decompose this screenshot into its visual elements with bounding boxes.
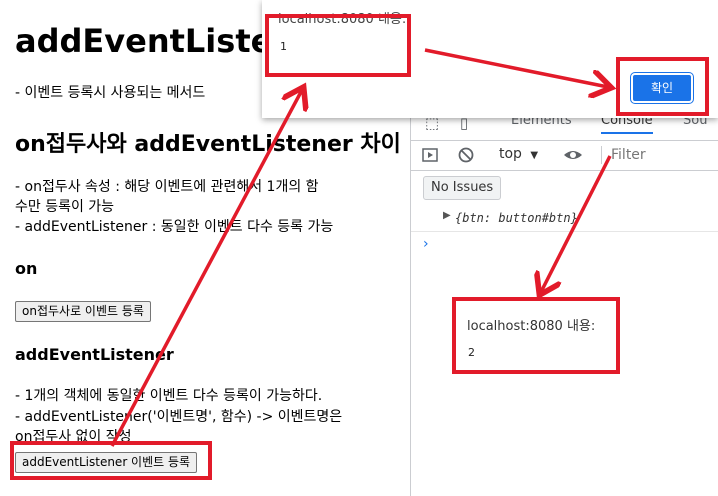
on-heading: on [15, 259, 38, 278]
annotation-box-ael-button [10, 441, 212, 480]
diff-line-1: - on접두사 속성 : 해당 이벤트에 관련해서 1개의 함 수만 등록이 가… [15, 179, 319, 215]
diff-line-2: - addEventListener : 동일한 이벤트 다수 등록 가능 [15, 219, 334, 235]
clear-console-icon[interactable] [457, 146, 475, 164]
ael-line-1: - 1개의 객체에 동일한 이벤트 다수 등록이 가능하다. [15, 388, 323, 404]
on-prefix-register-button[interactable]: on접두사로 이벤트 등록 [15, 301, 151, 322]
page-description: - 이벤트 등록시 사용되는 메서드 [15, 85, 206, 101]
console-toolbar: top ▼ Filter [411, 140, 718, 171]
expand-arrow-icon[interactable]: ▶ [443, 210, 451, 221]
ael-heading: addEventListener [15, 345, 174, 364]
context-dropdown-icon: ▼ [530, 150, 539, 161]
annotation-box-alert1 [265, 14, 411, 77]
filter-input[interactable]: Filter [611, 147, 646, 163]
annotation-box-confirm [616, 57, 709, 116]
eye-icon[interactable] [563, 146, 582, 164]
toolbar-divider [601, 146, 602, 164]
issues-button[interactable]: No Issues [423, 176, 502, 200]
sidebar-toggle-icon[interactable] [421, 146, 439, 164]
annotation-box-alert2 [452, 297, 620, 374]
console-log-entry[interactable]: ▶ {btn: button#btn} [411, 205, 718, 232]
ael-line-2: - addEventListener('이벤트명', 함수) -> 이벤트명은 [15, 409, 343, 425]
section-title: on접두사와 addEventListener 차이 [15, 132, 401, 157]
console-prompt-icon[interactable]: › [423, 236, 429, 252]
context-selector[interactable]: top ▼ [499, 146, 538, 162]
